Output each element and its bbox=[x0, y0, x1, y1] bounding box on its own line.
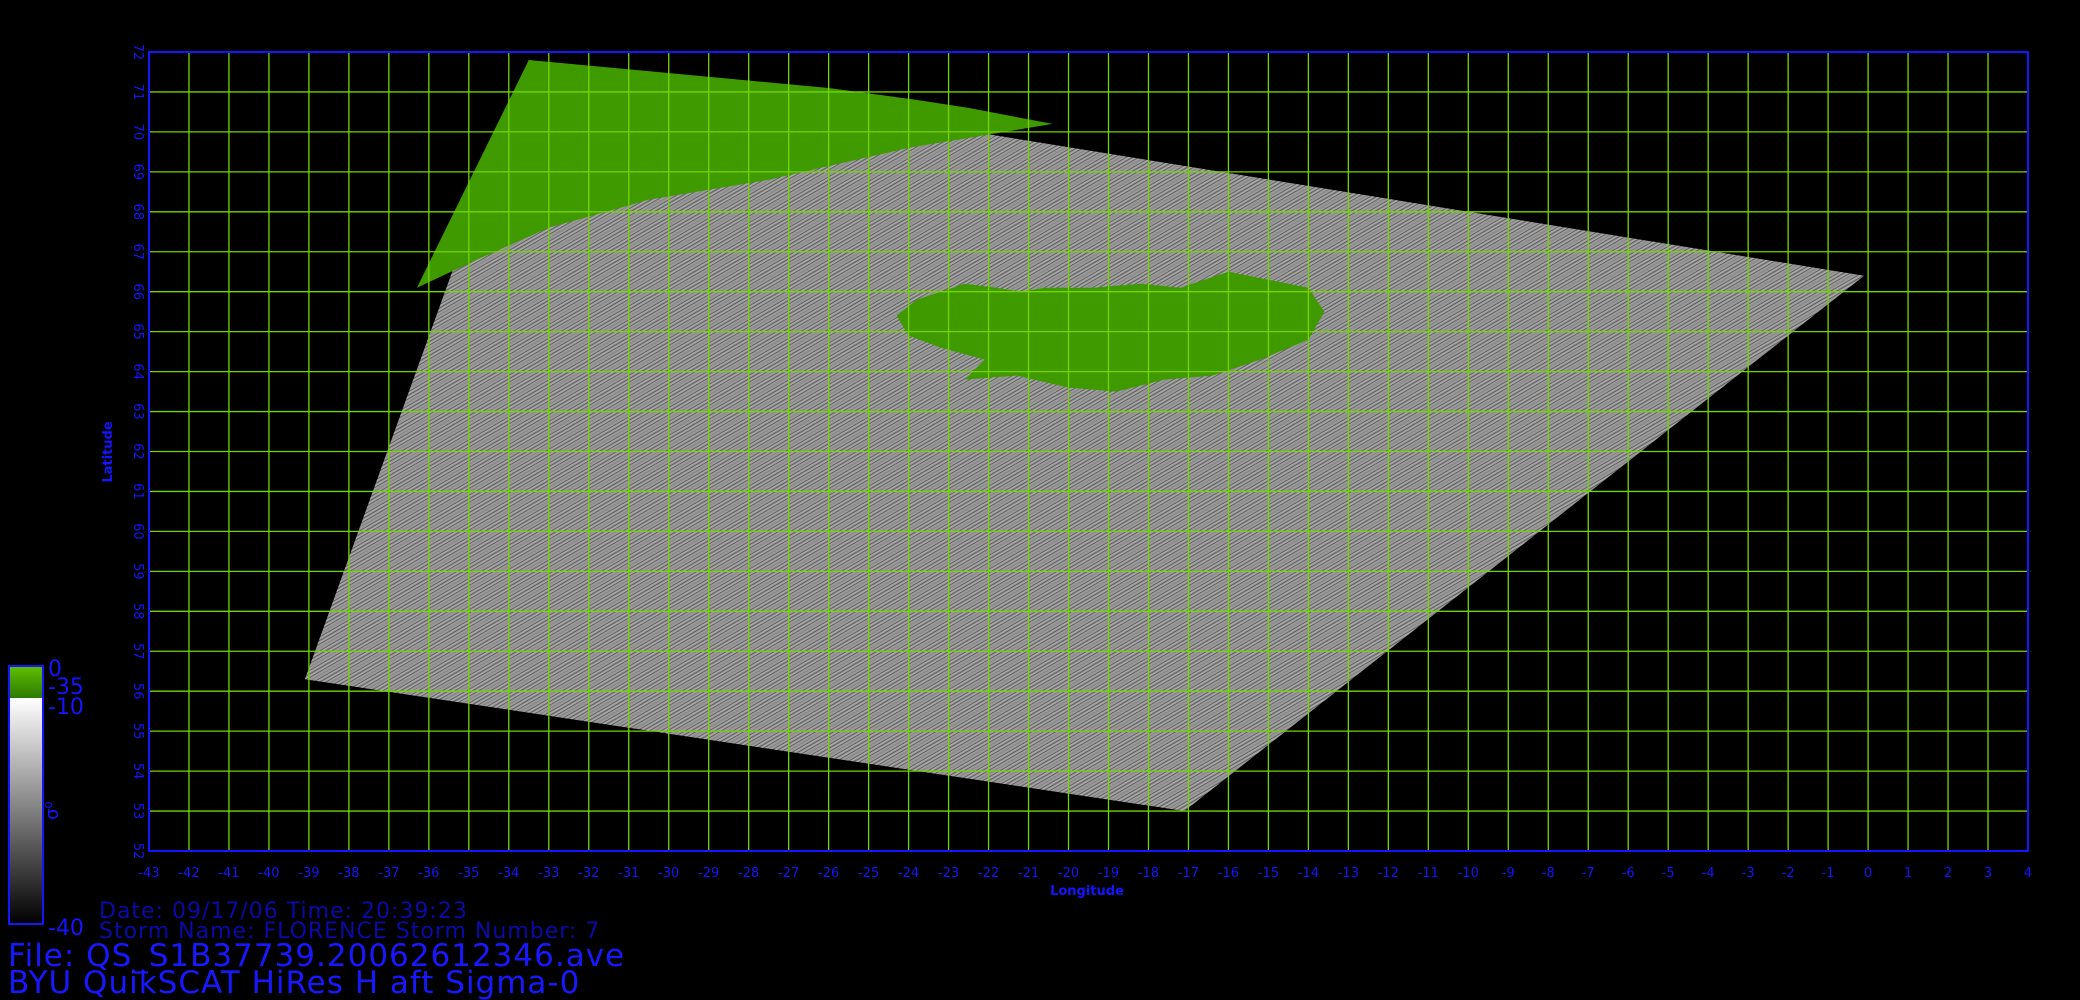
longitude-tick-label: -18 bbox=[1138, 866, 1159, 881]
product-title-line: BYU QuikSCAT HiRes H aft Sigma-0 bbox=[8, 965, 580, 1000]
longitude-tick-label: -5 bbox=[1662, 866, 1675, 881]
longitude-tick-label: -2 bbox=[1782, 866, 1795, 881]
longitude-tick-label: -6 bbox=[1622, 866, 1635, 881]
longitude-tick-label: -31 bbox=[618, 866, 639, 881]
longitude-tick-label: -22 bbox=[978, 866, 999, 881]
longitude-tick-label: -33 bbox=[538, 866, 559, 881]
longitude-tick-labels: -43 -42 -41 -40 -39 -38 -37 -36 -35 -34 -33 -32 -31-… bbox=[138, 866, 2032, 881]
latitude-tick-labels: 52 53 54 55 56 57 58 59 60 61 62 63 64 65 66 67 68 69 70 71… bbox=[130, 44, 145, 860]
longitude-tick-label: 3 bbox=[1984, 866, 1992, 881]
longitude-tick-label: -26 bbox=[818, 866, 839, 881]
longitude-tick-label: -40 bbox=[258, 866, 279, 881]
longitude-tick-label: -10 bbox=[1458, 866, 1479, 881]
colorbar-land-swatch bbox=[9, 666, 43, 698]
longitude-tick-label: -15 bbox=[1258, 866, 1279, 881]
longitude-tick-label: -11 bbox=[1418, 866, 1439, 881]
latitude-tick-label: 69 bbox=[130, 164, 145, 181]
latitude-tick-label: 72 bbox=[130, 44, 145, 61]
longitude-tick-label: -32 bbox=[578, 866, 599, 881]
longitude-tick-label: -41 bbox=[218, 866, 239, 881]
longitude-tick-label: 1 bbox=[1904, 866, 1912, 881]
longitude-tick-label: -1 bbox=[1822, 866, 1835, 881]
longitude-tick-label: -16 bbox=[1218, 866, 1239, 881]
longitude-tick-label: -38 bbox=[338, 866, 359, 881]
scatterometer-swath bbox=[304, 60, 1865, 811]
longitude-tick-label: -21 bbox=[1018, 866, 1039, 881]
longitude-tick-label: -30 bbox=[658, 866, 679, 881]
latitude-tick-label: 52 bbox=[130, 843, 145, 860]
latitude-tick-label: 59 bbox=[130, 563, 145, 580]
longitude-tick-label: -13 bbox=[1338, 866, 1359, 881]
longitude-tick-label: 4 bbox=[2024, 866, 2032, 881]
latitude-tick-label: 60 bbox=[130, 523, 145, 540]
longitude-tick-label: -29 bbox=[698, 866, 719, 881]
longitude-tick-label: -3 bbox=[1742, 866, 1755, 881]
longitude-tick-label: -24 bbox=[898, 866, 919, 881]
colorbar-gradient bbox=[9, 698, 43, 924]
longitude-tick-label: 2 bbox=[1944, 866, 1952, 881]
latitude-tick-label: 71 bbox=[130, 84, 145, 101]
latitude-tick-label: 56 bbox=[130, 683, 145, 700]
longitude-tick-label: -35 bbox=[458, 866, 479, 881]
colorbar-label-3: -10 bbox=[48, 695, 84, 720]
longitude-tick-label: 0 bbox=[1864, 866, 1872, 881]
longitude-tick-label: -28 bbox=[738, 866, 759, 881]
map-figure: -43 -42 -41 -40 -39 -38 -37 -36 -35 -34 -33 -32 -31-… bbox=[0, 0, 2080, 1000]
longitude-tick-label: -20 bbox=[1058, 866, 1079, 881]
x-axis-title: Longitude bbox=[1050, 884, 1124, 899]
longitude-tick-label: -7 bbox=[1582, 866, 1595, 881]
latitude-tick-label: 54 bbox=[130, 763, 145, 780]
latitude-tick-label: 67 bbox=[130, 243, 145, 260]
longitude-tick-label: -25 bbox=[858, 866, 879, 881]
longitude-tick-label: -42 bbox=[178, 866, 199, 881]
longitude-tick-label: -19 bbox=[1098, 866, 1119, 881]
latitude-tick-label: 70 bbox=[130, 124, 145, 141]
longitude-tick-label: -23 bbox=[938, 866, 959, 881]
longitude-tick-label: -17 bbox=[1178, 866, 1199, 881]
longitude-tick-label: -27 bbox=[778, 866, 799, 881]
longitude-tick-label: -34 bbox=[498, 866, 519, 881]
y-axis-title: Latitude bbox=[101, 421, 116, 483]
latitude-tick-label: 55 bbox=[130, 723, 145, 740]
longitude-tick-label: -39 bbox=[298, 866, 319, 881]
longitude-tick-label: -4 bbox=[1702, 866, 1715, 881]
latitude-tick-label: 64 bbox=[130, 363, 145, 380]
longitude-tick-label: -36 bbox=[418, 866, 439, 881]
longitude-tick-label: -37 bbox=[378, 866, 399, 881]
latitude-tick-label: 63 bbox=[130, 403, 145, 420]
colorbar: 0 -35 -10 -40 σ⁰ bbox=[8, 657, 84, 941]
longitude-tick-label: -9 bbox=[1502, 866, 1515, 881]
latitude-tick-label: 53 bbox=[130, 803, 145, 820]
graticule bbox=[148, 51, 2029, 852]
latitude-tick-label: 68 bbox=[130, 204, 145, 221]
longitude-tick-label: -8 bbox=[1542, 866, 1555, 881]
longitude-tick-label: -12 bbox=[1378, 866, 1399, 881]
colorbar-symbol: σ⁰ bbox=[42, 801, 63, 820]
latitude-tick-label: 57 bbox=[130, 643, 145, 660]
latitude-tick-label: 62 bbox=[130, 443, 145, 460]
latitude-tick-label: 58 bbox=[130, 603, 145, 620]
longitude-tick-label: -14 bbox=[1298, 866, 1319, 881]
latitude-tick-label: 66 bbox=[130, 283, 145, 300]
latitude-tick-label: 65 bbox=[130, 323, 145, 340]
longitude-tick-label: -43 bbox=[138, 866, 159, 881]
latitude-tick-label: 61 bbox=[130, 483, 145, 500]
